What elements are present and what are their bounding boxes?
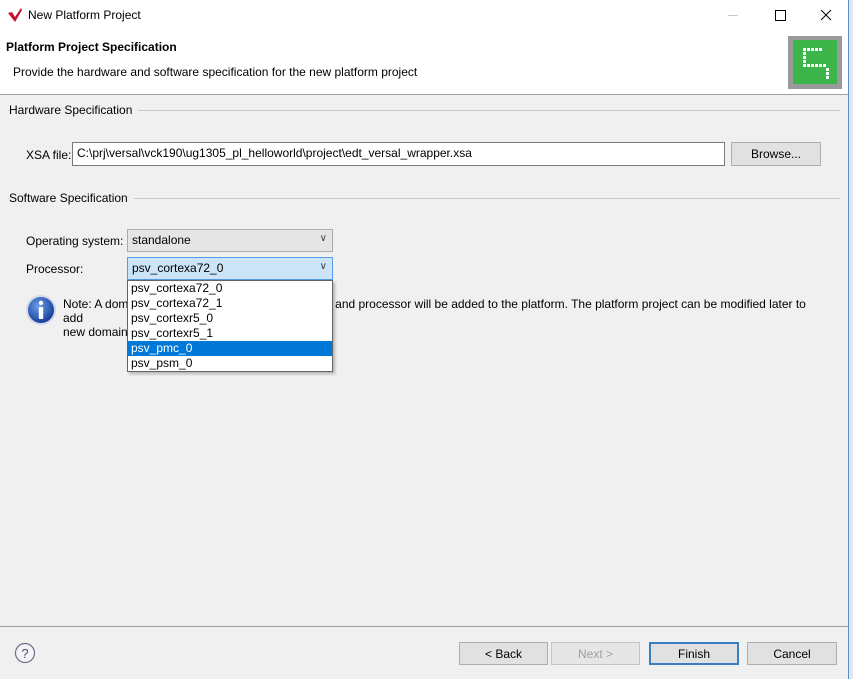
- xsa-file-input[interactable]: C:\prj\versal\vck190\ug1305_pl_helloworl…: [72, 142, 725, 166]
- software-group-label: Software Specification: [9, 191, 134, 205]
- maximize-icon: [774, 9, 786, 21]
- minimize-icon: [728, 14, 738, 16]
- background-window-edge: [848, 0, 853, 679]
- info-icon: [26, 295, 56, 325]
- processor-dropdown-list[interactable]: psv_cortexa72_0 psv_cortexa72_1 psv_cort…: [127, 280, 333, 372]
- chevron-down-icon: ∨: [319, 261, 327, 272]
- page-title: Platform Project Specification: [6, 40, 177, 54]
- maximize-button[interactable]: [757, 0, 803, 30]
- minimize-button[interactable]: [710, 0, 756, 30]
- finish-button[interactable]: Finish: [649, 642, 739, 665]
- os-label: Operating system:: [26, 234, 124, 248]
- processor-option[interactable]: psv_psm_0: [128, 356, 332, 371]
- back-button[interactable]: < Back: [459, 642, 548, 665]
- cancel-button[interactable]: Cancel: [747, 642, 837, 665]
- next-button[interactable]: Next >: [551, 642, 640, 665]
- xsa-file-label: XSA file:: [26, 148, 72, 162]
- page-description: Provide the hardware and software specif…: [13, 65, 418, 79]
- footer-divider: [0, 626, 848, 627]
- help-icon[interactable]: ?: [14, 642, 36, 664]
- processor-option[interactable]: psv_cortexa72_0: [128, 281, 332, 296]
- window-title: New Platform Project: [28, 8, 141, 22]
- title-bar: New Platform Project: [0, 0, 848, 30]
- processor-select-value: psv_cortexa72_0: [132, 261, 224, 275]
- os-select-value: standalone: [132, 233, 191, 247]
- browse-button[interactable]: Browse...: [731, 142, 821, 166]
- app-logo-icon: [8, 8, 22, 22]
- processor-option[interactable]: psv_cortexa72_1: [128, 296, 332, 311]
- processor-label: Processor:: [26, 262, 84, 276]
- processor-option[interactable]: psv_cortexr5_0: [128, 311, 332, 326]
- processor-option-highlighted[interactable]: psv_pmc_0: [128, 341, 332, 356]
- platform-wizard-icon: [788, 36, 842, 89]
- wizard-banner: Platform Project Specification Provide t…: [0, 30, 848, 95]
- chevron-down-icon: ∨: [319, 233, 327, 244]
- processor-option[interactable]: psv_cortexr5_1: [128, 326, 332, 341]
- close-button[interactable]: [803, 0, 849, 30]
- close-icon: [820, 9, 832, 21]
- hardware-group-label: Hardware Specification: [9, 103, 139, 117]
- svg-text:?: ?: [21, 646, 28, 661]
- processor-select[interactable]: psv_cortexa72_0 ∨: [127, 257, 333, 280]
- os-select[interactable]: standalone ∨: [127, 229, 333, 252]
